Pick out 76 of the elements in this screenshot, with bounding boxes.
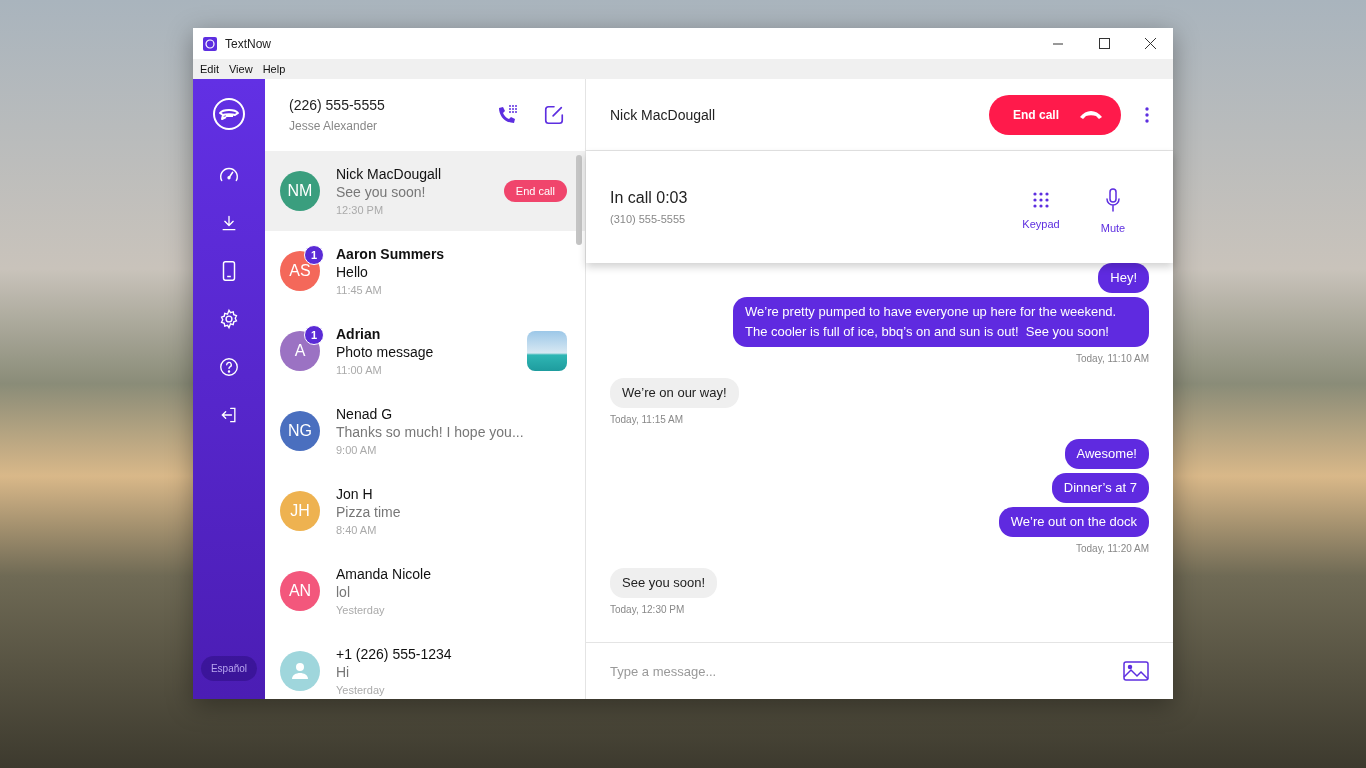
compose-icon[interactable] [543, 104, 565, 126]
contact-name: Amanda Nicole [336, 566, 432, 582]
message-timestamp: Today, 12:30 PM [610, 604, 685, 615]
avatar-initials: JH [290, 502, 310, 520]
message-timestamp: Today, 11:20 AM [1076, 543, 1149, 554]
message-preview: Pizza time [336, 504, 402, 520]
close-icon [1144, 38, 1156, 49]
keypad-button[interactable]: Keypad [1005, 184, 1077, 230]
image-icon[interactable] [1123, 661, 1149, 681]
message-preview: See you soon! [336, 184, 427, 200]
contact-name: Nick MacDougall [336, 166, 443, 182]
sent-message: Hey! [1098, 263, 1149, 293]
help-icon[interactable] [218, 356, 240, 378]
app-logo-icon[interactable] [212, 97, 246, 131]
sent-message: We’re out on the dock [998, 507, 1149, 537]
menu-item[interactable]: View [223, 63, 258, 75]
scrollbar-thumb[interactable] [576, 155, 582, 245]
keypad-icon [1033, 192, 1049, 208]
unread-count-badge: 1 [304, 245, 324, 265]
message-time: 8:40 AM [336, 524, 378, 536]
contact-name: Nick MacDougall [610, 106, 717, 123]
hang-up-icon [1079, 109, 1103, 120]
message-time: 11:45 AM [336, 284, 383, 296]
received-message: See you soon! [610, 568, 718, 598]
message-time: 12:30 PM [336, 204, 385, 216]
contact-name: +1 (226) 555-1234 [336, 646, 453, 662]
caller-number: (310) 555-5555 [610, 213, 687, 225]
maximize-icon [1098, 38, 1110, 49]
message-preview: Hello [336, 264, 369, 280]
end-call-button[interactable]: End call [503, 180, 567, 202]
logout-icon[interactable] [219, 405, 239, 425]
conversation-item[interactable]: NM Nick MacDougall See you soon! 12:30 PM End call [265, 151, 585, 231]
menu-item[interactable]: Help [257, 63, 291, 75]
phone-number: (226) 555-5555 [289, 97, 386, 113]
avatar-initials: A [294, 342, 306, 360]
message-time: Yesterday [336, 604, 386, 616]
conversation-item[interactable]: A 1 Adrian Photo message 11:00 AM [265, 311, 585, 391]
language-button[interactable]: Español [200, 656, 258, 681]
more-options-icon[interactable] [1145, 106, 1149, 123]
message-preview: Hi [336, 664, 351, 680]
app-logo-icon [203, 36, 217, 51]
end-call-button[interactable]: End call [989, 94, 1121, 135]
contact-name: Aaron Summers [336, 246, 446, 262]
settings-icon[interactable] [218, 308, 240, 330]
call-status: In call 0:03 [610, 189, 689, 207]
microphone-icon [1105, 188, 1121, 212]
window-title: TextNow [225, 36, 272, 51]
avatar-initials: AS [289, 262, 311, 280]
message-preview: Thanks so much! I hope you... [336, 424, 525, 440]
sent-message: Dinner’s at 7 [1051, 473, 1149, 503]
avatar-initials: NG [288, 422, 312, 440]
avatar-initials: NM [287, 182, 313, 200]
person-icon [290, 661, 310, 681]
sent-message: We’re pretty pumped to have everyone up here for the weekend. The cooler is full of ice, bbq’s on and sun is out! See you soon! [733, 297, 1149, 347]
message-time: 11:00 AM [336, 364, 383, 376]
message-timestamp: Today, 11:15 AM [610, 414, 683, 425]
menu-item[interactable]: Edit [195, 63, 224, 75]
avatar-initials: AN [288, 582, 312, 600]
message-preview: Photo message [336, 344, 435, 360]
conversation-item[interactable]: +1 (226) 555-1234 Hi Yesterday [265, 631, 585, 699]
conversation-item[interactable]: AS 1 Aaron Summers Hello 11:45 AM [265, 231, 585, 311]
conversation-item[interactable]: NG Nenad G Thanks so much! I hope you... 9:00 AM [265, 391, 585, 471]
contact-name: Jon H [336, 486, 374, 502]
conversation-item[interactable]: JH Jon H Pizza time 8:40 AM [265, 471, 585, 551]
mute-button[interactable]: Mute [1077, 180, 1149, 234]
message-time: Yesterday [336, 684, 386, 696]
received-message: We’re on our way! [610, 378, 739, 408]
sent-message: Awesome! [1064, 439, 1149, 469]
contact-name: Nenad G [336, 406, 394, 422]
conversation-item[interactable]: AN Amanda Nicole lol Yesterday [265, 551, 585, 631]
account-name: Jesse Alexander [289, 119, 379, 133]
message-preview: lol [336, 584, 351, 600]
contact-name: Adrian [336, 326, 382, 342]
message-timestamp: Today, 11:10 AM [1076, 353, 1149, 364]
unread-count-badge: 1 [304, 325, 324, 345]
message-time: 9:00 AM [336, 444, 378, 456]
